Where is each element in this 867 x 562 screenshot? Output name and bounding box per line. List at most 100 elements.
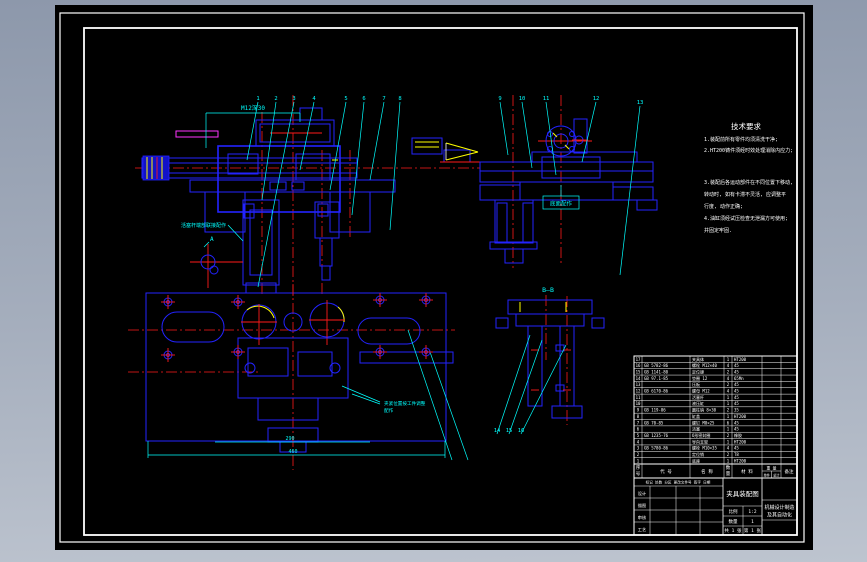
bom-table: 17夹具体1HT20016GB 5782-86螺栓 M12×4044515GB …	[634, 356, 797, 478]
bom-cell: 4	[727, 376, 730, 381]
bom-cell: 6	[727, 420, 730, 425]
bom-cell: 35	[734, 408, 739, 413]
bom-cell: 2	[727, 452, 730, 457]
front-view: M12深30 活塞杆端部联接配作 A	[135, 95, 480, 300]
t-slot	[358, 318, 420, 344]
leader-text: 活塞杆端部联接配作	[181, 222, 226, 229]
balloon-number: 16	[518, 428, 525, 434]
bom-cell: GB 5780-86	[644, 446, 669, 451]
bom-cell: 1	[727, 357, 730, 362]
plan-dimensions: 290 460	[148, 436, 445, 458]
bom-cell: HT200	[734, 439, 747, 444]
org-line2: 及其自动化	[767, 512, 792, 519]
bom-cell: 45	[734, 420, 739, 425]
note-line: 2.HT200铸件须经时效处理消除内应力;	[704, 147, 793, 154]
bom-cell: 1	[637, 458, 640, 463]
bom-cell: 1	[727, 414, 730, 419]
plan-view: 290 460 夹紧位置按工件调整 配作	[128, 284, 468, 470]
bom-cell: 底座	[692, 457, 700, 463]
note-line: 1.装配前所有零件均须清洗干净;	[704, 136, 778, 143]
qty-label: 数量	[729, 518, 738, 525]
dim-text: 460	[288, 449, 297, 455]
bom-cell: 14	[636, 376, 641, 381]
bom-cell: 2	[637, 452, 640, 457]
drawing-title: 夹具装配图	[726, 489, 759, 498]
bom-cell: 导向支架	[692, 438, 708, 444]
bom-cell: 12	[636, 389, 641, 394]
bom-cell: 4	[727, 446, 730, 451]
bom-cell: HT200	[734, 357, 747, 362]
balloon-number: 13	[637, 100, 644, 106]
t-slot	[162, 312, 224, 342]
note-line: 4.油缸须经试压检查无泄漏方可使用;	[704, 215, 788, 222]
hatch-region	[318, 204, 328, 216]
section-view: B—B	[496, 286, 604, 425]
bom-cell: 活塞	[692, 426, 700, 432]
bom-cell: 橡胶	[734, 432, 742, 438]
base-plate	[146, 293, 446, 441]
bom-cell: 2	[727, 408, 730, 413]
bom-cell: 1	[727, 395, 730, 400]
balloon-number: 6	[362, 96, 365, 102]
sign-row-label: 描图	[638, 502, 646, 509]
bom-cell: 45	[734, 389, 739, 394]
bom-cell: 2	[727, 433, 730, 438]
bom-cell: 10	[636, 401, 641, 406]
clamp-arm	[508, 300, 592, 314]
sheets-total: 共 1 张	[724, 527, 742, 534]
balloon-number: 5	[344, 96, 347, 102]
bom-cell: 1	[727, 401, 730, 406]
bom-cell: 6	[637, 427, 640, 432]
balloon-number: 14	[494, 428, 501, 434]
detail-a-label: A	[210, 236, 214, 243]
sign-row-label: 工艺	[638, 527, 646, 532]
bom-header: 重 量	[767, 466, 777, 471]
bom-cell: 45	[734, 363, 739, 368]
bom-cell: 15	[636, 369, 641, 374]
bom-cell: 螺栓 M12×40	[692, 362, 717, 368]
bom-cell: 定位销	[692, 451, 704, 457]
bom-cell: 1	[727, 439, 730, 444]
bom-header: 名 称	[701, 468, 713, 475]
note-line: 转动时, 如有卡滞不灵活, 应调整平	[704, 191, 786, 198]
bom-cell: 1	[727, 427, 730, 432]
bom-cell: 2	[727, 382, 730, 387]
bom-cell: 圆柱销 8×30	[692, 407, 717, 413]
bom-cell: 3	[637, 446, 640, 451]
bom-cell: GB 6170-86	[644, 389, 669, 394]
bom-header: 单件	[764, 473, 771, 478]
bom-cell: GB 1141-80	[644, 369, 669, 374]
bom-cell: 4	[637, 439, 640, 444]
hatch-region	[480, 185, 520, 200]
bom-cell: 螺母 M12	[692, 388, 710, 394]
sign-row-label: 审核	[638, 514, 647, 521]
bom-cell: 夹具体	[692, 356, 704, 362]
sheet-number: 第 1 张	[744, 527, 762, 534]
slide-table	[480, 162, 653, 171]
bom-cell: 45	[734, 446, 739, 451]
note-line: 并固定牢固.	[704, 227, 732, 234]
dimension-front: M12深30	[206, 104, 300, 148]
qty-value: 1	[751, 519, 754, 525]
bom-cell: 45	[734, 395, 739, 400]
balloon-number: 9	[498, 96, 501, 102]
note-line: 3.装配后各运动部件在不同位置下移动,	[704, 179, 793, 186]
notes-title: 技术要求	[731, 121, 761, 131]
balloon-number: 15	[506, 428, 513, 434]
bom-cell: 5	[637, 433, 640, 438]
bom-header: 号	[636, 471, 641, 477]
bom-cell: GB 70-85	[644, 420, 664, 425]
bom-cell: 液压缸	[692, 400, 704, 406]
bom-cell: 8	[637, 414, 640, 419]
guard-block	[412, 138, 442, 154]
note-line: 行度, 动作正确;	[704, 203, 743, 210]
bom-cell: 13	[636, 382, 641, 387]
bom-header: 材 料	[741, 468, 753, 475]
bom-header: 量	[726, 470, 731, 477]
balloon-number: 2	[274, 96, 277, 102]
plan-leader-note: 夹紧位置按工件调整 配作	[342, 386, 426, 414]
bom-header: 总计	[773, 473, 780, 478]
section-label: B—B	[542, 286, 554, 294]
leader-text: 夹紧位置按工件调整	[384, 400, 426, 407]
bom-cell: 45	[734, 401, 739, 406]
